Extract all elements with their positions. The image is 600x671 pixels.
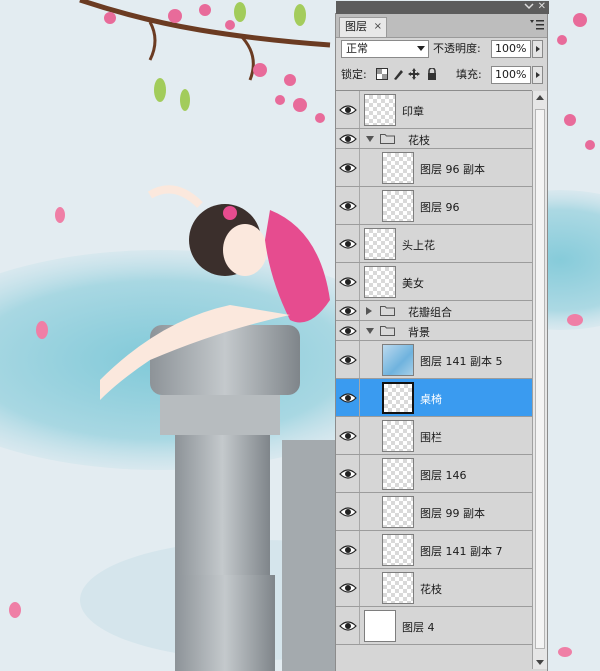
layer-thumbnail: [382, 420, 414, 452]
layer-thumbnail: [382, 496, 414, 528]
lock-fill-row: 锁定: 填充: 100%: [336, 64, 547, 88]
tab-layers-label: 图层: [345, 20, 367, 33]
layer-thumbnail: [382, 152, 414, 184]
layer-list: 印章 花枝 图层 96 副本 图层 96 头上花 美女 花瓣组合 背景 图层 141 副本 5桌…: [336, 91, 532, 669]
layer-row[interactable]: 图层 4: [336, 607, 532, 645]
layer-row[interactable]: 图层 141 副本 5: [336, 341, 532, 379]
layer-row[interactable]: 美女: [336, 263, 532, 301]
eye-icon[interactable]: [338, 504, 358, 520]
tab-close-icon[interactable]: ×: [374, 18, 382, 36]
lock-label: 锁定:: [341, 68, 367, 81]
folder-icon: [380, 326, 395, 336]
eye-icon[interactable]: [338, 160, 358, 176]
blend-mode-select[interactable]: 正常: [341, 40, 429, 58]
layer-name: 图层 141 副本 7: [420, 545, 503, 558]
tab-layers[interactable]: 图层 ×: [339, 17, 387, 37]
layer-thumbnail: [364, 228, 396, 260]
lock-all-icon[interactable]: [426, 68, 438, 80]
layer-name: 花枝: [420, 583, 442, 596]
opacity-stepper[interactable]: [532, 40, 543, 58]
layer-thumbnail: [364, 266, 396, 298]
layer-thumbnail: [382, 458, 414, 490]
expand-triangle-icon[interactable]: [366, 328, 374, 334]
panel-title-strip[interactable]: ✕: [336, 1, 549, 14]
layer-name: 图层 141 副本 5: [420, 355, 503, 368]
expand-triangle-icon[interactable]: [366, 136, 374, 142]
layer-row[interactable]: 头上花: [336, 225, 532, 263]
eye-icon[interactable]: [338, 352, 358, 368]
layer-thumbnail: [382, 344, 414, 376]
lock-transparency-icon[interactable]: [376, 68, 388, 80]
layer-name: 图层 96 副本: [420, 163, 485, 176]
eye-icon[interactable]: [338, 390, 358, 406]
layers-panel: ✕ 图层 × 正常 不透明度: 100% 锁定: 填充: 100% 印章 花枝 …: [335, 1, 549, 671]
layer-name: 围栏: [420, 431, 442, 444]
eye-icon[interactable]: [338, 236, 358, 252]
scroll-down-icon[interactable]: [536, 660, 544, 665]
panel-tab-bar: 图层 ×: [336, 14, 547, 38]
scroll-up-icon[interactable]: [536, 95, 544, 100]
fill-field[interactable]: 100%: [491, 66, 531, 84]
layer-row[interactable]: 图层 141 副本 7: [336, 531, 532, 569]
folder-icon: [380, 134, 395, 144]
fill-stepper[interactable]: [532, 66, 543, 84]
layer-thumbnail: [382, 572, 414, 604]
scroll-thumb[interactable]: [535, 109, 545, 649]
folder-icon: [380, 306, 395, 316]
layer-thumbnail: [364, 94, 396, 126]
layer-row[interactable]: 图层 99 副本: [336, 493, 532, 531]
eye-icon[interactable]: [338, 466, 358, 482]
layer-thumbnail: [382, 190, 414, 222]
layer-row[interactable]: 围栏: [336, 417, 532, 455]
layer-name: 图层 146: [420, 469, 467, 482]
eye-icon[interactable]: [338, 542, 358, 558]
layer-name: 图层 96: [420, 201, 460, 214]
eye-icon[interactable]: [338, 102, 358, 118]
layer-row[interactable]: 印章: [336, 91, 532, 129]
layer-name: 头上花: [402, 239, 435, 252]
panel-menu-icon[interactable]: [530, 19, 544, 31]
blend-opacity-row: 正常 不透明度: 100%: [336, 38, 547, 62]
collapse-triangle-icon[interactable]: [366, 307, 372, 315]
layer-name: 图层 99 副本: [420, 507, 485, 520]
close-panel-icon[interactable]: ✕: [538, 1, 546, 13]
collapse-icon[interactable]: [524, 2, 534, 11]
lock-brush-icon[interactable]: [392, 68, 404, 80]
layer-row[interactable]: 图层 146: [336, 455, 532, 493]
layer-thumbnail: [382, 534, 414, 566]
lock-move-icon[interactable]: [408, 68, 420, 80]
layer-group-row[interactable]: 背景: [336, 321, 532, 341]
eye-icon[interactable]: [338, 428, 358, 444]
layer-group-row[interactable]: 花枝: [336, 129, 532, 149]
eye-icon[interactable]: [338, 274, 358, 290]
layer-name: 背景: [408, 326, 430, 339]
layer-name: 花枝: [408, 134, 430, 147]
layer-thumbnail: [364, 610, 396, 642]
layer-row[interactable]: 图层 96: [336, 187, 532, 225]
fill-label: 填充:: [456, 68, 482, 81]
layer-name: 印章: [402, 105, 424, 118]
eye-icon[interactable]: [338, 323, 358, 339]
eye-icon[interactable]: [338, 580, 358, 596]
layer-name: 花瓣组合: [408, 306, 452, 319]
chevron-down-icon: [417, 46, 425, 51]
eye-icon[interactable]: [338, 131, 358, 147]
eye-icon[interactable]: [338, 303, 358, 319]
layer-name: 桌椅: [420, 393, 442, 406]
eye-icon[interactable]: [338, 198, 358, 214]
layer-row[interactable]: 花枝: [336, 569, 532, 607]
layer-name: 图层 4: [402, 621, 435, 634]
opacity-field[interactable]: 100%: [491, 40, 531, 58]
layer-name: 美女: [402, 277, 424, 290]
layer-row[interactable]: 桌椅: [336, 379, 532, 417]
layer-group-row[interactable]: 花瓣组合: [336, 301, 532, 321]
layer-row[interactable]: 图层 96 副本: [336, 149, 532, 187]
opacity-label: 不透明度:: [433, 42, 481, 55]
layer-thumbnail: [382, 382, 414, 414]
blend-mode-value: 正常: [346, 42, 368, 55]
layer-list-scrollbar[interactable]: [532, 91, 547, 669]
eye-icon[interactable]: [338, 618, 358, 634]
